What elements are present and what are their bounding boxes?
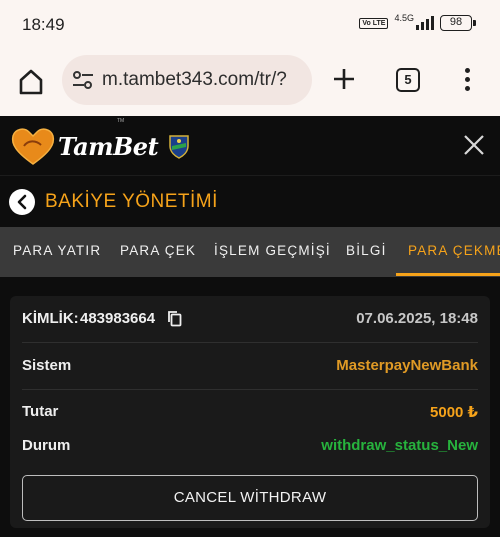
home-icon[interactable] bbox=[17, 68, 45, 96]
withdrawal-card: KİMLİK: 483983664 07.06.2025, 18:48 Sist… bbox=[10, 296, 490, 528]
status-time: 18:49 bbox=[22, 15, 65, 34]
system-row: Sistem MasterpayNewBank bbox=[22, 343, 478, 389]
cancel-withdraw-button[interactable]: CANCEL WİTHDRAW bbox=[22, 475, 478, 521]
tab-deposit[interactable]: PARA YATIR bbox=[13, 227, 101, 277]
trademark-label: TM bbox=[117, 118, 125, 124]
copy-icon[interactable] bbox=[167, 310, 182, 327]
request-datetime: 07.06.2025, 18:48 bbox=[356, 310, 478, 327]
site-logo[interactable]: TamBet bbox=[10, 126, 190, 166]
page-title-row: BAKİYE YÖNETİMİ bbox=[0, 177, 500, 227]
shield-badge-icon bbox=[169, 135, 189, 159]
network-type: 4.5G bbox=[394, 13, 414, 23]
page-title: BAKİYE YÖNETİMİ bbox=[45, 191, 218, 212]
chevron-left-icon bbox=[17, 194, 27, 210]
tab-withdrawals[interactable]: PARA ÇEKME bbox=[408, 227, 500, 277]
tab-switcher-button[interactable]: 5 bbox=[396, 68, 420, 92]
close-icon[interactable] bbox=[463, 134, 485, 156]
id-row: KİMLİK: 483983664 07.06.2025, 18:48 bbox=[22, 296, 478, 342]
overflow-menu-icon[interactable] bbox=[465, 68, 470, 95]
amount-value: 5000 ₺ bbox=[430, 404, 478, 421]
new-tab-icon[interactable] bbox=[331, 66, 357, 92]
url-text[interactable]: m.tambet343.com/tr/? bbox=[102, 69, 287, 91]
volte-icon: Vo LTE bbox=[359, 17, 389, 29]
status-icons: Vo LTE 4.5G 98 bbox=[359, 13, 476, 31]
system-value: MasterpayNewBank bbox=[336, 357, 478, 374]
browser-toolbar: m.tambet343.com/tr/? 5 bbox=[0, 50, 500, 116]
id-label: KİMLİK: bbox=[22, 310, 79, 327]
site-header: TamBet TM bbox=[0, 116, 500, 176]
back-button[interactable] bbox=[9, 189, 35, 215]
battery-icon: 98 bbox=[440, 15, 476, 31]
active-tab-indicator bbox=[396, 273, 500, 276]
tab-withdraw[interactable]: PARA ÇEK bbox=[120, 227, 196, 277]
status-bar: 18:49 Vo LTE 4.5G 98 bbox=[0, 0, 500, 50]
address-bar[interactable]: m.tambet343.com/tr/? bbox=[62, 55, 312, 105]
status-row: Durum withdraw_status_New bbox=[22, 423, 478, 469]
heart-logo-icon bbox=[11, 128, 55, 165]
brand-name: TamBet bbox=[58, 131, 159, 161]
status-value: withdraw_status_New bbox=[321, 437, 478, 454]
id-value: 483983664 bbox=[80, 310, 156, 327]
system-label: Sistem bbox=[22, 357, 72, 374]
amount-label: Tutar bbox=[22, 403, 59, 420]
tab-info[interactable]: BİLGİ bbox=[346, 227, 387, 277]
status-label: Durum bbox=[22, 437, 71, 454]
site-settings-icon[interactable] bbox=[72, 70, 94, 90]
tab-bar: PARA YATIR PARA ÇEK İŞLEM GEÇMİŞİ BİLGİ … bbox=[0, 227, 500, 277]
tab-transaction-history[interactable]: İŞLEM GEÇMİŞİ bbox=[214, 227, 331, 277]
signal-icon bbox=[416, 16, 434, 30]
